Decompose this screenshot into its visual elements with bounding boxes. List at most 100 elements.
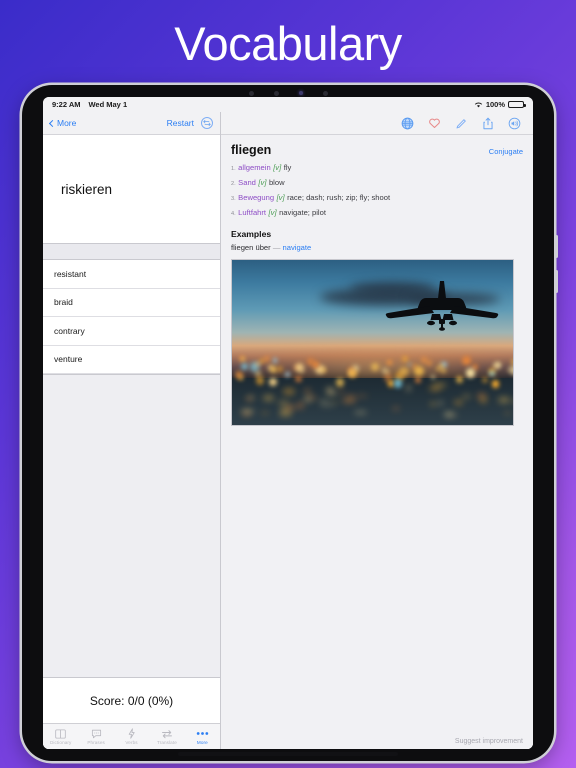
bokeh-reflection	[319, 403, 334, 406]
sense-gloss: navigate; pilot	[279, 208, 326, 218]
sense-pos: [v]	[273, 163, 282, 172]
restart-button[interactable]: Restart	[167, 118, 194, 128]
bokeh-light	[335, 378, 345, 387]
bokeh-light	[255, 376, 265, 385]
tab-label: Translate	[156, 740, 177, 745]
ipad-screen: 9:22 AM Wed May 1 100% More Restart risk…	[43, 97, 533, 749]
share-icon[interactable]	[482, 117, 494, 130]
bokeh-light	[491, 379, 500, 388]
bokeh-reflection	[354, 410, 368, 414]
volume-down-button[interactable]	[555, 270, 558, 293]
home-indicator[interactable]	[178, 752, 398, 756]
bokeh-light	[414, 376, 421, 383]
bokeh-light	[414, 366, 424, 376]
lightning-bolt-icon	[127, 728, 136, 739]
list-item[interactable]: contrary	[43, 317, 220, 346]
example-source: fliegen über	[231, 242, 271, 252]
sense-list: 1. allgemein [v] fly 2. Sand [v] blow 3.…	[231, 162, 523, 221]
example-dash: —	[272, 242, 281, 252]
bokeh-reflection	[261, 411, 269, 414]
sense-gloss: race; dash; rush; zip; fly; shoot	[287, 193, 391, 203]
bokeh-light	[370, 362, 379, 371]
bokeh-light	[311, 361, 319, 368]
left-panel: More Restart riskieren resistant braid c…	[43, 112, 221, 749]
right-panel: fliegen Conjugate 1. allgemein [v] fly 2…	[221, 112, 533, 749]
sense-domain[interactable]: Luftfahrt	[238, 207, 266, 219]
conjugate-link[interactable]: Conjugate	[489, 147, 523, 156]
tab-verbs[interactable]: Verbs	[114, 728, 149, 745]
bokeh-light	[240, 362, 249, 370]
sense-domain[interactable]: Bewegung	[238, 192, 274, 204]
sense-row: 1. allgemein [v] fly	[231, 162, 523, 176]
swap-languages-icon[interactable]	[201, 117, 213, 129]
volume-up-button[interactable]	[555, 235, 558, 258]
bottom-tab-bar: Dictionary Phrases Verbs Translate More	[43, 723, 220, 749]
ios-status-bar: 9:22 AM Wed May 1 100%	[43, 97, 533, 112]
tab-phrases[interactable]: Phrases	[78, 728, 113, 745]
bokeh-reflection	[263, 394, 275, 401]
sense-number: 1.	[231, 166, 236, 172]
chevron-left-icon	[48, 119, 57, 127]
list-item[interactable]: braid	[43, 289, 220, 317]
dictionary-entry: fliegen Conjugate 1. allgemein [v] fly 2…	[221, 135, 533, 734]
sense-number: 4.	[231, 211, 236, 218]
sense-row: 3. Bewegung [v] race; dash; rush; zip; f…	[231, 192, 523, 206]
globe-icon[interactable]	[401, 117, 414, 130]
tab-more[interactable]: More	[185, 728, 220, 745]
back-button[interactable]: More	[48, 118, 77, 128]
camera-dot	[322, 90, 328, 96]
battery-percent: 100%	[485, 100, 505, 109]
promo-title: Vocabulary	[174, 17, 402, 70]
sense-number: 2.	[231, 181, 236, 188]
bokeh-reflection	[454, 399, 463, 406]
score-bar: Score: 0/0 (0%)	[43, 677, 220, 723]
tab-dictionary[interactable]: Dictionary	[43, 728, 78, 745]
entry-image[interactable]	[231, 258, 514, 426]
suggest-improvement-button[interactable]: Suggest improvement	[221, 734, 533, 749]
sense-row: 4. Luftfahrt [v] navigate; pilot	[231, 207, 523, 221]
list-empty-area	[43, 374, 220, 677]
example-translation[interactable]: navigate	[283, 243, 312, 252]
list-item-label: venture	[54, 354, 83, 365]
flashcard-word-area[interactable]: riskieren	[43, 135, 220, 243]
tab-translate[interactable]: Translate	[149, 728, 184, 745]
sense-pos: [v]	[276, 193, 285, 203]
example-row: fliegen über — navigate	[231, 243, 523, 252]
back-button-label: More	[57, 118, 77, 128]
app-root: More Restart riskieren resistant braid c…	[43, 112, 533, 749]
list-item[interactable]: venture	[43, 346, 220, 374]
ambient-sensor-icon	[298, 91, 303, 95]
bokeh-light	[238, 375, 244, 380]
bokeh-light	[322, 368, 327, 372]
list-item-label: contrary	[54, 325, 85, 336]
bokeh-light	[456, 376, 463, 383]
bokeh-light	[510, 358, 513, 365]
pencil-icon[interactable]	[455, 117, 468, 130]
bokeh-reflection	[303, 389, 312, 393]
bokeh-reflection	[285, 405, 297, 410]
bokeh-reflection	[354, 394, 368, 397]
sense-gloss: blow	[268, 178, 285, 188]
right-toolbar	[221, 112, 533, 135]
sense-gloss: fly	[283, 163, 292, 172]
speech-bubble-icon	[91, 728, 102, 739]
status-time: 9:22 AM	[52, 100, 81, 109]
bokeh-reflection	[437, 400, 443, 406]
heart-icon[interactable]	[428, 117, 441, 129]
sense-domain[interactable]: Sand	[238, 177, 256, 189]
camera-dot	[248, 90, 254, 96]
camera-dots	[22, 89, 554, 97]
sense-number: 3.	[231, 196, 236, 203]
sense-pos: [v]	[268, 208, 277, 218]
ipad-device-frame: 9:22 AM Wed May 1 100% More Restart risk…	[22, 85, 558, 761]
camera-dot	[273, 90, 279, 96]
list-item[interactable]: resistant	[43, 260, 220, 289]
sense-domain[interactable]: allgemein	[238, 162, 271, 174]
bokeh-reflection	[512, 399, 513, 403]
sense-pos: [v]	[258, 178, 267, 188]
bokeh-light	[393, 379, 402, 388]
speaker-icon[interactable]	[508, 117, 521, 130]
flashcard-word: riskieren	[61, 181, 113, 197]
bokeh-light	[426, 360, 432, 366]
bokeh-light	[465, 367, 476, 378]
